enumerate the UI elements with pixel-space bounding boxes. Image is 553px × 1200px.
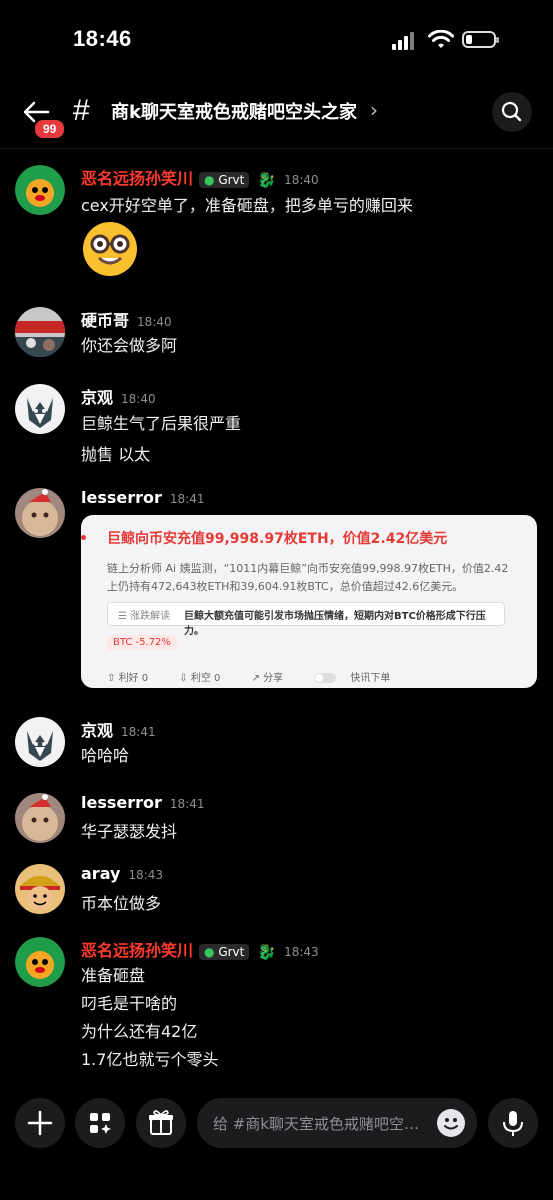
news-body-line: 上仍持有472,643枚ETH和39,604.91枚BTC，总价值超过42.6亿… [107,580,464,593]
message-time: 18:41 [121,725,156,739]
bullish-button[interactable]: ⇧ 利好 0 [107,673,162,684]
message-time: 18:40 [284,173,319,187]
quick-order-toggle[interactable]: 快讯下单 [314,673,404,684]
message-text: 抛售 以太 [81,445,151,464]
message-text: 1.7亿也就亏个零头 [81,1050,219,1069]
avatar[interactable] [15,488,65,538]
message-sender[interactable]: 恶名远扬孙笑川 ● Grvt 🐉 18:43 [81,937,319,961]
dragon-icon: 🐉 [257,942,277,961]
message-text: 准备砸盘 [81,966,146,985]
message-text: 为什么还有42亿 [81,1022,198,1041]
news-headline[interactable]: 巨鲸向币安充值99,998.97枚ETH，价值2.42亿美元 [107,528,447,548]
message-text: cex开好空单了，准备砸盘，把多单亏的赚回来 [81,196,413,215]
message-input-placeholder: 给 #商k聊天室戒色戒赌吧空头之家发消息 [213,1115,428,1133]
bullish-label: 利好 0 [118,673,149,684]
message-input[interactable]: 给 #商k聊天室戒色戒赌吧空头之家发消息 [197,1098,477,1148]
sender-name[interactable]: 硬币哥 [81,311,129,330]
search-icon [501,101,522,122]
quick-order-label: 快讯下单 [350,673,391,684]
avatar[interactable] [15,717,65,767]
status-bar: 18:46 [0,0,553,80]
bearish-button[interactable]: ⇩ 利空 0 [179,673,234,684]
sender-name[interactable]: 京观 [81,721,113,740]
avatar[interactable] [15,384,65,434]
emoji-button[interactable] [437,1109,465,1137]
avatar[interactable] [15,864,65,914]
message-time: 18:40 [121,392,156,406]
interpretation-label: ☰ 涨跌解读 [118,611,171,622]
message-sender[interactable]: 硬币哥 18:40 [81,307,172,331]
message-sender[interactable]: 京观 18:40 [81,384,156,408]
news-card[interactable]: 巨鲸向币安充值99,998.97枚ETH，价值2.42亿美元 链上分析师 Ai … [81,515,537,688]
toggle-icon [314,673,337,683]
gift-icon [149,1110,173,1135]
avatar[interactable] [15,165,65,215]
bearish-label: 利空 0 [190,673,221,684]
news-interpretation: ☰ 涨跌解读 巨鲸大额充值可能引发市场抛压情绪，短期内对BTC价格形成下行压力。 [107,602,505,637]
tag-label: Grvt [218,944,245,959]
message-sender[interactable]: 恶名远扬孙笑川 ● Grvt 🐉 18:40 [81,165,319,189]
nerd-face-emoji [81,220,139,278]
news-body-line: 链上分析师 Ai 姨监测，“1011内幕巨鲸”向币安充值99,998.97枚ET… [107,562,509,575]
sender-name[interactable]: 恶名远扬孙笑川 [81,169,193,188]
message-text: 叼毛是干啥的 [81,994,178,1013]
message-time: 18:43 [128,868,164,882]
chat-header: 99 # 商k聊天室戒色戒赌吧空头之家 › [0,84,553,149]
message-time: 18:41 [169,797,205,811]
apps-button[interactable] [75,1098,125,1148]
sender-tag: ● Grvt [199,943,250,960]
message-text: 币本位做多 [81,894,162,913]
chevron-right-icon[interactable]: › [370,98,378,122]
sender-name[interactable]: lesserror [81,793,162,812]
message-time: 18:41 [169,492,205,506]
message-sender[interactable]: lesserror 18:41 [81,793,205,812]
sender-name[interactable]: aray [81,864,120,883]
interpretation-text: 巨鲸大额充值可能引发市场抛压情绪，短期内对BTC价格形成下行压力。 [184,611,486,637]
btc-change-pill[interactable]: BTC -5.72% [107,635,177,650]
microphone-icon [503,1111,523,1136]
plus-icon [27,1110,53,1136]
avatar[interactable] [15,937,65,987]
gift-button[interactable] [136,1098,186,1148]
channel-hash-icon: # [73,94,90,127]
avatar[interactable] [15,307,65,357]
channel-title[interactable]: 商k聊天室戒色戒赌吧空头之家 [111,98,357,124]
share-button[interactable]: ↗ 分享 [252,673,298,684]
message-sender[interactable]: 京观 18:41 [81,717,156,741]
unread-badge: 99 [33,118,67,140]
clock: 18:46 [73,26,132,51]
wifi-icon [428,30,454,48]
message-time: 18:40 [137,315,172,329]
message-text: 哈哈哈 [81,746,130,765]
message-text: 你还会做多阿 [81,336,178,355]
news-actions: ⇧ 利好 0 ⇩ 利空 0 ↗ 分享 快讯下单 [107,669,418,684]
dragon-icon: 🐉 [257,170,277,189]
search-button[interactable] [492,92,532,132]
tag-label: Grvt [218,172,245,187]
add-button[interactable] [15,1098,65,1148]
apps-sparkle-icon [90,1113,111,1134]
voice-button[interactable] [488,1098,538,1148]
message-sender[interactable]: aray 18:43 [81,864,163,883]
sender-name[interactable]: 京观 [81,388,113,407]
emoji-icon [444,1118,458,1130]
message-time: 18:43 [284,945,319,959]
composer-bar: 给 #商k聊天室戒色戒赌吧空头之家发消息 [0,1086,553,1200]
avatar[interactable] [15,793,65,843]
cellular-signal-icon [392,32,418,50]
sender-name[interactable]: lesserror [81,488,162,507]
message-sender[interactable]: lesserror 18:41 [81,488,205,507]
news-dot [81,535,86,540]
sender-name[interactable]: 恶名远扬孙笑川 [81,941,193,960]
message-text: 华子瑟瑟发抖 [81,822,178,841]
battery-icon [462,31,499,48]
share-label: 分享 [263,673,284,684]
message-text: 巨鲸生气了后果很严重 [81,414,242,433]
sender-tag: ● Grvt [199,171,250,188]
